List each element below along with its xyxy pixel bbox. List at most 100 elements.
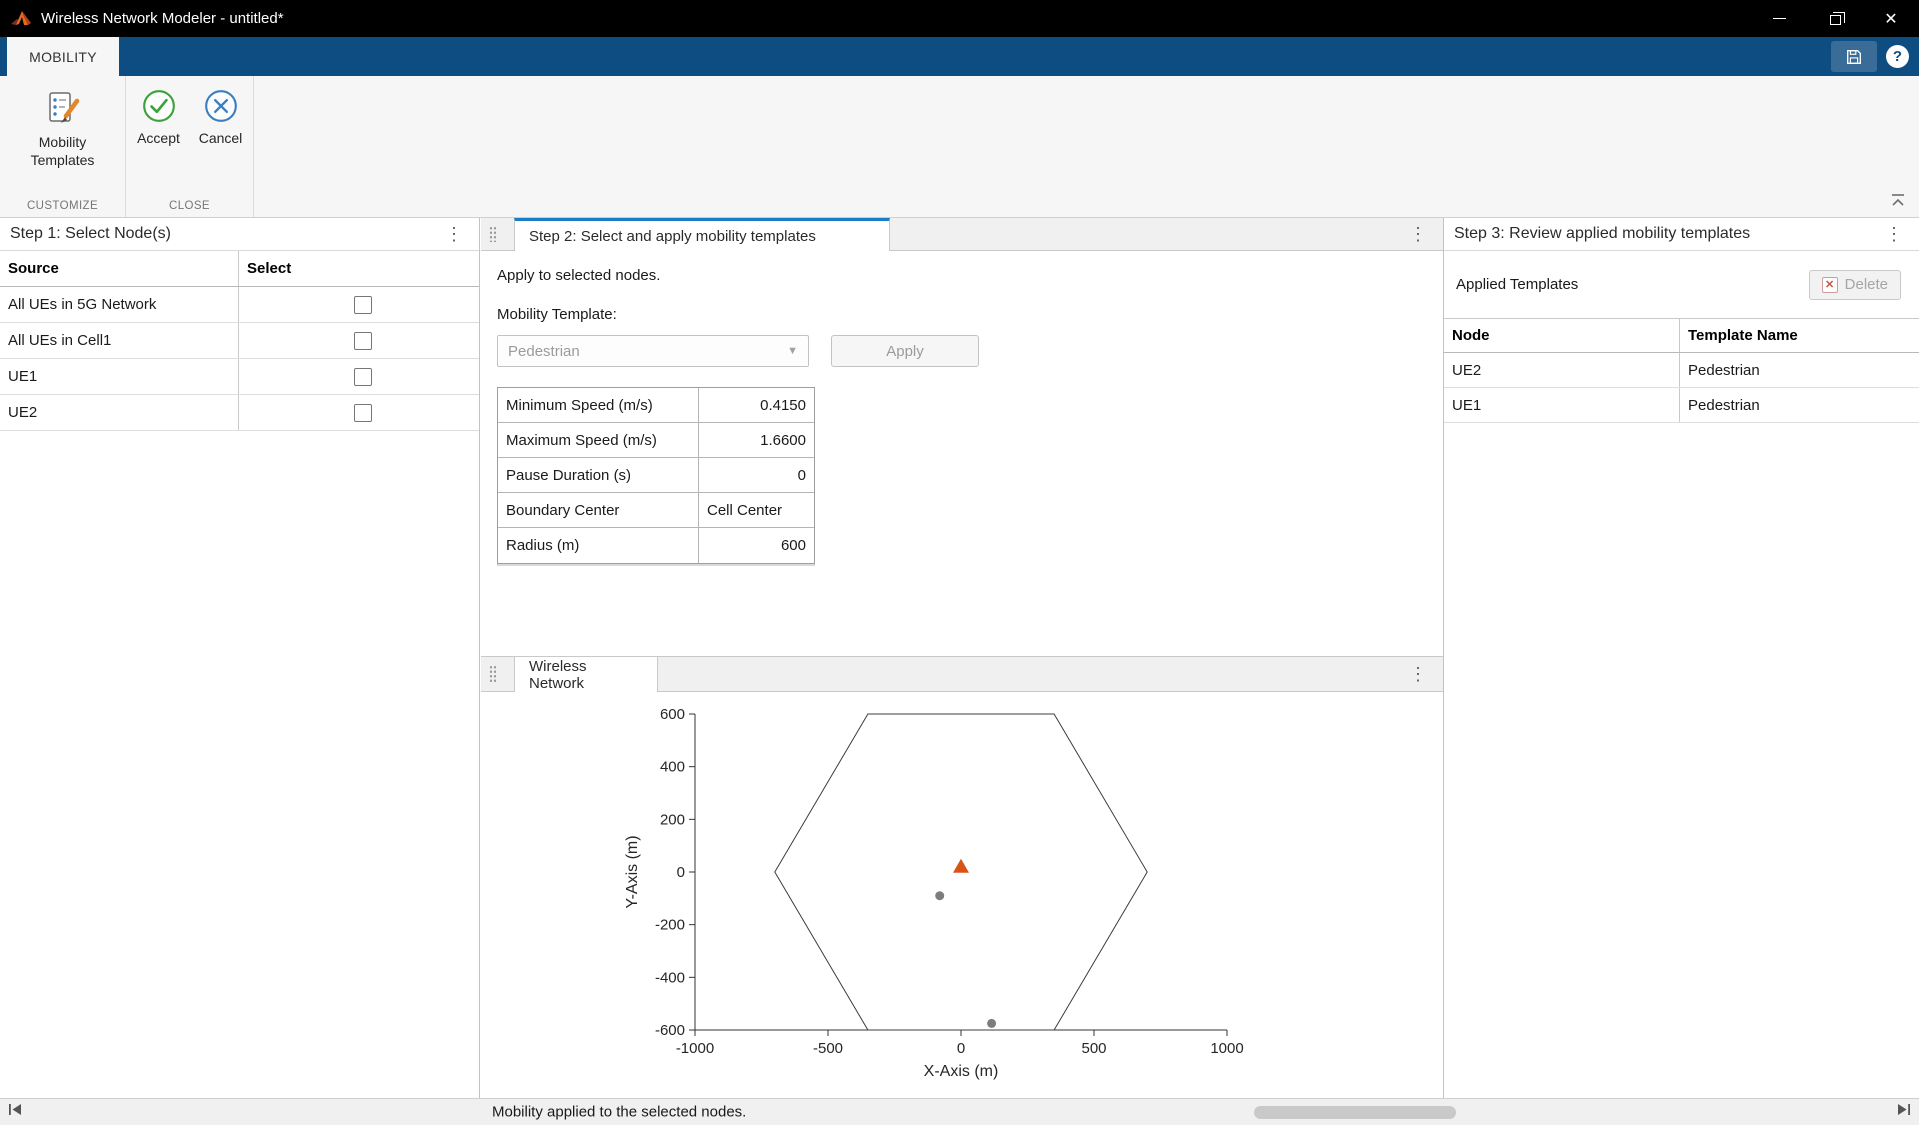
column-template-name: Template Name <box>1680 319 1919 352</box>
table-row[interactable]: UE1 Pedestrian <box>1444 388 1919 423</box>
apply-hint: Apply to selected nodes. <box>497 267 1427 284</box>
property-table: Minimum Speed (m/s) 0.4150 Maximum Speed… <box>497 387 815 564</box>
template-dropdown-value: Pedestrian <box>508 343 580 360</box>
property-name: Maximum Speed (m/s) <box>498 423 699 457</box>
status-bar: Mobility applied to the selected nodes. <box>0 1098 1919 1125</box>
svg-text:1000: 1000 <box>1210 1040 1243 1057</box>
toolstrip: Mobility Templates CUSTOMIZE Accept Canc… <box>0 76 1919 218</box>
figure-menu-icon[interactable]: ⋮ <box>1409 665 1427 683</box>
property-name: Radius (m) <box>498 528 699 563</box>
panel-step3: Step 3: Review applied mobility template… <box>1443 218 1919 1098</box>
apply-button[interactable]: Apply <box>831 335 979 367</box>
source-cell: All UEs in Cell1 <box>0 323 239 358</box>
section-close: Accept Cancel CLOSE <box>126 76 254 217</box>
matlab-logo-icon <box>10 9 32 29</box>
step3-menu-icon[interactable]: ⋮ <box>1885 225 1903 243</box>
property-value[interactable]: 600 <box>699 528 814 563</box>
property-row: Radius (m) 600 <box>498 528 814 563</box>
cancel-button[interactable]: Cancel <box>192 76 250 148</box>
window-title: Wireless Network Modeler - untitled* <box>41 10 284 27</box>
tab-step2[interactable]: Step 2: Select and apply mobility templa… <box>514 218 890 251</box>
status-message: Mobility applied to the selected nodes. <box>492 1104 746 1121</box>
panel-step1: Step 1: Select Node(s) ⋮ Source Select A… <box>0 218 480 1098</box>
template-cell: Pedestrian <box>1680 353 1919 387</box>
section-customize: Mobility Templates CUSTOMIZE <box>0 76 126 217</box>
step2-tabstrip: Step 2: Select and apply mobility templa… <box>481 218 1443 251</box>
svg-text:600: 600 <box>660 706 685 723</box>
help-icon: ? <box>1893 48 1902 65</box>
scroll-to-start-button[interactable] <box>8 1103 23 1121</box>
template-dropdown[interactable]: Pedestrian ▼ <box>497 335 809 367</box>
mobility-templates-label: Mobility Templates <box>7 134 119 169</box>
step3-header: Step 3: Review applied mobility template… <box>1444 218 1919 251</box>
cancel-label: Cancel <box>199 130 243 148</box>
svg-text:-200: -200 <box>655 917 685 934</box>
svg-text:500: 500 <box>1081 1040 1106 1057</box>
table-row[interactable]: All UEs in 5G Network <box>0 287 479 323</box>
horizontal-scrollbar-thumb[interactable] <box>1254 1106 1456 1119</box>
chevron-down-icon: ▼ <box>787 345 798 357</box>
svg-text:0: 0 <box>957 1040 965 1057</box>
select-checkbox[interactable] <box>354 368 372 386</box>
node-cell: UE1 <box>1444 388 1680 422</box>
accept-button[interactable]: Accept <box>130 76 188 148</box>
svg-text:-600: -600 <box>655 1022 685 1039</box>
save-button[interactable] <box>1831 41 1877 72</box>
delete-button[interactable]: ✕ Delete <box>1809 270 1901 300</box>
svg-text:-1000: -1000 <box>676 1040 714 1057</box>
section-label-customize: CUSTOMIZE <box>0 200 125 217</box>
select-checkbox[interactable] <box>354 332 372 350</box>
step1-menu-icon[interactable]: ⋮ <box>445 225 463 243</box>
table-row[interactable]: UE1 <box>0 359 479 395</box>
save-icon <box>1845 48 1863 66</box>
tab-mobility[interactable]: MOBILITY <box>7 37 119 76</box>
close-button[interactable]: ✕ <box>1863 0 1919 37</box>
node-cell: UE2 <box>1444 353 1680 387</box>
help-button[interactable]: ? <box>1886 45 1909 68</box>
property-value[interactable]: 0 <box>699 458 814 492</box>
scroll-to-end-button[interactable] <box>1896 1103 1911 1121</box>
figure-tabstrip: Wireless Network ⋮ <box>481 656 1443 692</box>
table-row[interactable]: All UEs in Cell1 <box>0 323 479 359</box>
svg-text:X-Axis (m): X-Axis (m) <box>924 1063 999 1080</box>
mobility-templates-button[interactable]: Mobility Templates <box>7 76 119 169</box>
skip-right-icon <box>1896 1103 1911 1116</box>
cancel-icon <box>203 88 239 124</box>
table-row[interactable]: UE2 <box>0 395 479 431</box>
restore-button[interactable] <box>1807 0 1863 37</box>
delete-label: Delete <box>1845 276 1888 293</box>
source-cell: UE2 <box>0 395 239 430</box>
panel-step2: Step 2: Select and apply mobility templa… <box>481 218 1443 1098</box>
close-icon: ✕ <box>1884 9 1897 29</box>
drag-handle[interactable] <box>489 665 497 683</box>
drag-handle[interactable] <box>489 226 497 242</box>
tab-wireless-network[interactable]: Wireless Network <box>514 657 658 692</box>
applied-templates-row: Applied Templates ✕ Delete <box>1444 251 1919 318</box>
svg-text:Y-Axis (m): Y-Axis (m) <box>624 835 641 908</box>
table-row[interactable]: UE2 Pedestrian <box>1444 353 1919 388</box>
step1-title: Step 1: Select Node(s) <box>10 225 171 243</box>
step3-table-header: Node Template Name <box>1444 318 1919 353</box>
figure-content: -1000-50005001000-600-400-2000200400600X… <box>481 693 1443 1098</box>
property-value[interactable]: 0.4150 <box>699 388 814 422</box>
step1-header: Step 1: Select Node(s) ⋮ <box>0 218 479 251</box>
minimize-button[interactable] <box>1751 0 1807 37</box>
svg-text:200: 200 <box>660 811 685 828</box>
select-checkbox[interactable] <box>354 296 372 314</box>
property-row: Minimum Speed (m/s) 0.4150 <box>498 388 814 423</box>
ribbon-tab-bar: MOBILITY ? <box>0 37 1919 76</box>
collapse-toolstrip-icon <box>1889 191 1907 209</box>
select-checkbox[interactable] <box>354 404 372 422</box>
collapse-toolstrip-button[interactable] <box>1889 191 1907 209</box>
property-value[interactable]: Cell Center <box>699 493 814 527</box>
step2-menu-icon[interactable]: ⋮ <box>1409 225 1427 243</box>
step1-table-header: Source Select <box>0 251 479 287</box>
property-name: Pause Duration (s) <box>498 458 699 492</box>
step2-content: Apply to selected nodes. Mobility Templa… <box>481 251 1443 656</box>
section-label-close: CLOSE <box>126 200 253 217</box>
column-select: Select <box>239 251 479 286</box>
property-value[interactable]: 1.6600 <box>699 423 814 457</box>
template-cell: Pedestrian <box>1680 388 1919 422</box>
property-name: Boundary Center <box>498 493 699 527</box>
svg-text:-500: -500 <box>813 1040 843 1057</box>
